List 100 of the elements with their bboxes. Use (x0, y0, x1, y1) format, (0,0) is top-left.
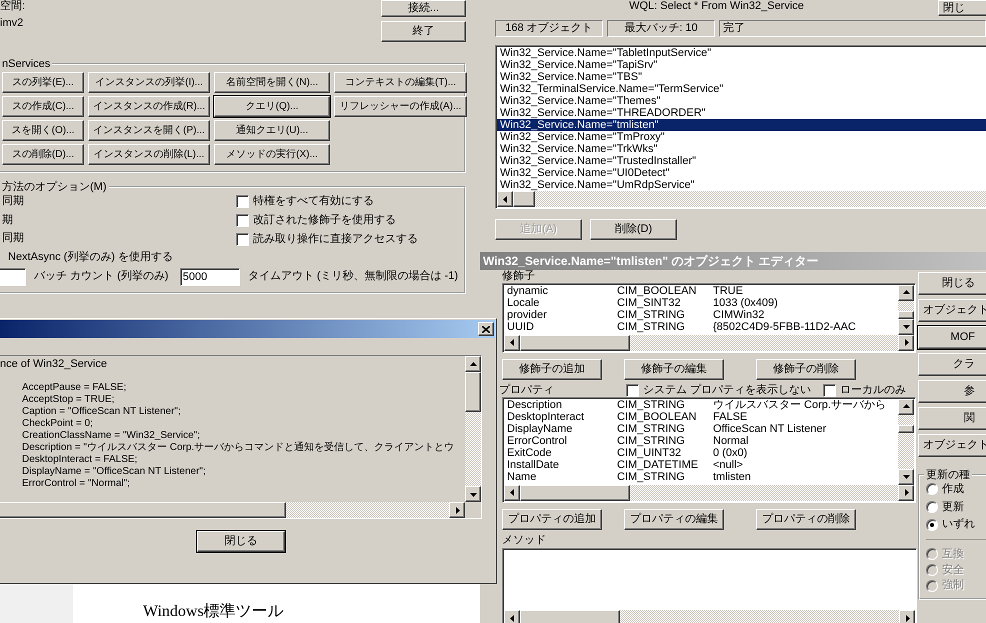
checkbox-label: 特権をすべて有効にする (253, 195, 374, 208)
list-cell-text: Name (507, 470, 538, 483)
list-item[interactable]: Win32_Service.Name="tmlisten" (497, 119, 986, 131)
checkbox[interactable] (236, 233, 249, 246)
scroll-right-button[interactable] (898, 334, 914, 351)
list-cell-text: CIM_STRING (617, 308, 686, 321)
scrollbar-thumb[interactable] (513, 191, 535, 207)
action-button[interactable]: スを開く(O)... (2, 120, 84, 142)
close-button[interactable]: 閉じ (938, 0, 986, 16)
input-field[interactable] (0, 268, 26, 286)
side-button[interactable]: オブジェクト (918, 434, 986, 457)
exit-button[interactable]: 終了 (381, 21, 466, 42)
action-button[interactable]: コンテキストの編集(T)... (334, 72, 467, 94)
action-button[interactable]: インスタンスの列挙(I)... (88, 72, 210, 94)
horizontal-scrollbar[interactable] (504, 610, 915, 623)
scroll-up-button[interactable] (898, 398, 914, 415)
property-button[interactable]: プロパティの編集 (624, 508, 724, 530)
scroll-right-button[interactable] (899, 610, 915, 623)
scrollbar-thumb[interactable] (898, 424, 914, 433)
checkbox[interactable] (236, 195, 249, 208)
code-line: Caption = "OfficeScan NT Listener"; (21, 406, 182, 418)
action-button[interactable]: スの削除(D)... (2, 144, 84, 166)
scroll-down-button[interactable] (898, 318, 914, 335)
horizontal-scrollbar[interactable] (504, 484, 914, 501)
list-item[interactable]: Win32_Service.Name="TapiSrv" (497, 59, 986, 71)
scrollbar-thumb[interactable] (520, 484, 630, 501)
properties-list[interactable] (502, 396, 916, 503)
qualifier-button[interactable]: 修飾子の追加 (502, 358, 602, 380)
radio-button[interactable] (926, 518, 938, 531)
qualifiers-list[interactable]: dynamic CIM_BOOLEAN TRUE Locale CIM_SINT32 1033 (0x409) provider CIM_STRING CIMWin32 UUID CIM_STRING {8502C4D9-5FBB-11D2-AAC (502, 282, 916, 353)
action-button[interactable]: 通知クエリ(U)... (214, 120, 330, 142)
list-cell-text: InstallDate (507, 458, 560, 471)
list-item[interactable]: Win32_Service.Name="THREADORDER" (497, 107, 986, 119)
option-label: 同期 (2, 195, 25, 208)
action-button[interactable]: スの作成(C)... (2, 96, 84, 118)
horizontal-scrollbar[interactable] (504, 334, 914, 351)
list-item[interactable]: Win32_TerminalService.Name="TermService" (497, 83, 986, 95)
radio-button[interactable] (926, 483, 938, 496)
methods-list[interactable] (502, 548, 917, 623)
results-list[interactable] (495, 45, 986, 209)
list-item[interactable]: Win32_Service.Name="UI0Detect" (497, 167, 986, 179)
horizontal-scrollbar[interactable] (497, 191, 986, 207)
code-line: AcceptPause = FALSE; (21, 382, 128, 394)
list-cell: Normal (713, 434, 748, 447)
connect-button[interactable]: 接続... (381, 0, 466, 17)
list-item[interactable]: Win32_Service.Name="UmRdpService" (497, 179, 986, 191)
arrow-down-icon (902, 323, 910, 330)
radio-button[interactable] (926, 501, 938, 514)
side-button[interactable]: MOF (918, 326, 986, 349)
vertical-scrollbar[interactable] (465, 356, 481, 502)
vertical-scrollbar[interactable] (898, 284, 914, 335)
list-item[interactable]: Win32_Service.Name="TabletInputService" (497, 47, 986, 59)
list-item[interactable]: Win32_Service.Name="TrkWks" (497, 143, 986, 155)
input-field[interactable]: 5000 (180, 268, 240, 286)
scrollbar-thumb[interactable] (0, 502, 286, 518)
scroll-up-button[interactable] (465, 356, 481, 372)
scroll-left-button[interactable] (504, 484, 520, 501)
list-item[interactable]: Win32_Service.Name="TBS" (497, 71, 986, 83)
close-button[interactable]: 閉じる (197, 531, 285, 552)
side-button[interactable]: 関 (918, 407, 986, 430)
action-button[interactable]: インスタンスを開く(P)... (88, 120, 210, 142)
side-button[interactable]: オブジェクト (918, 299, 986, 322)
scroll-up-button[interactable] (898, 284, 914, 301)
action-button[interactable]: インスタンスの削除(L)... (88, 144, 210, 166)
action-button[interactable]: メソッドの実行(X)... (214, 144, 330, 166)
list-item[interactable]: Win32_Service.Name="TmProxy" (497, 131, 986, 143)
action-button[interactable]: クエリ(Q)... (214, 96, 330, 118)
list-item[interactable]: Win32_Service.Name="Themes" (497, 95, 986, 107)
checkbox[interactable] (626, 384, 639, 397)
scroll-right-button[interactable] (449, 502, 465, 518)
scrollbar-thumb[interactable] (520, 334, 630, 351)
checkbox[interactable] (236, 214, 249, 228)
close-button[interactable] (478, 322, 494, 336)
scrollbar-thumb[interactable] (465, 372, 481, 412)
action-button[interactable]: リフレッシャーの作成(A)... (334, 96, 467, 118)
scroll-left-button[interactable] (504, 334, 520, 351)
scroll-down-button[interactable] (465, 486, 481, 502)
list-cell-text: Locale (507, 296, 540, 309)
side-button[interactable]: クラ (918, 353, 986, 376)
action-button[interactable]: スの列挙(E)... (2, 72, 84, 94)
scroll-left-button[interactable] (497, 191, 513, 207)
scrollbar-thumb[interactable] (520, 610, 620, 623)
scrollbar-thumb[interactable] (898, 310, 914, 319)
scroll-right-button[interactable] (898, 484, 914, 501)
property-button[interactable]: プロパティの追加 (502, 508, 602, 530)
code-line: ErrorControl = "Normal"; (21, 478, 131, 490)
horizontal-scrollbar[interactable] (0, 502, 465, 518)
scroll-down-button[interactable] (898, 468, 914, 485)
delete-button[interactable]: 削除(D) (590, 219, 677, 240)
qualifier-button[interactable]: 修飾子の編集 (624, 358, 724, 380)
list-item[interactable]: Win32_Service.Name="TrustedInstaller" (497, 155, 986, 167)
checkbox[interactable] (823, 384, 836, 397)
scroll-left-button[interactable] (504, 610, 520, 623)
side-button[interactable]: 閉じる (918, 272, 986, 295)
action-button[interactable]: 名前空間を開く(N)... (214, 72, 330, 94)
vertical-scrollbar[interactable] (898, 398, 914, 485)
qualifier-button[interactable]: 修飾子の削除 (756, 358, 856, 380)
side-button[interactable]: 参 (918, 380, 986, 403)
property-button[interactable]: プロパティの削除 (756, 508, 856, 530)
action-button[interactable]: インスタンスの作成(R)... (88, 96, 210, 118)
